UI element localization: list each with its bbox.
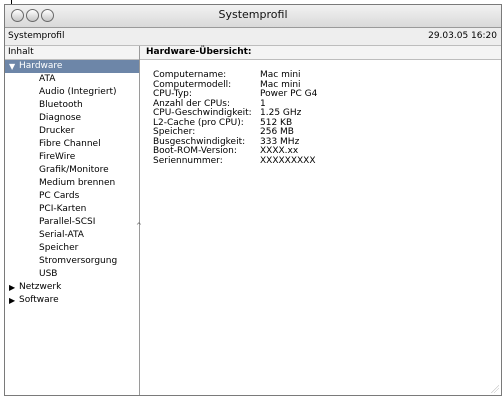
sidebar-item-label: Diagnose [39,113,82,123]
sidebar-item[interactable]: FireWire [5,151,139,164]
sidebar-item[interactable]: ▶ Software [5,294,139,307]
sidebar-item[interactable]: Diagnose [5,112,139,125]
sidebar-item[interactable]: Speicher [5,242,139,255]
sidebar-item-label: FireWire [39,152,76,162]
sidebar-item[interactable]: Grafik/Monitore [5,164,139,177]
sidebar-item-label: Drucker [39,126,75,136]
sidebar-item-label: PC Cards [39,191,80,201]
sidebar-item-label: Grafik/Monitore [39,165,109,175]
sidebar-column-header[interactable]: Inhalt [5,46,139,60]
resize-grip-icon[interactable] [490,384,499,393]
disclosure-closed-icon[interactable]: ▶ [9,281,15,294]
sidebar-tree: ▼ Hardware ATA Audio (Integriert) Bluetooth D… [5,60,139,307]
sidebar-item[interactable]: PCI-Karten [5,203,139,216]
sidebar-item-label: ATA [39,74,56,84]
sidebar-item-label: PCI-Karten [39,204,87,214]
system-profiler-window: Systemprofil Systemprofil 29.03.05 16:20… [4,4,502,396]
info-header: Systemprofil 29.03.05 16:20 [5,28,501,46]
detail-column-header: Hardware-Übersicht: [140,46,501,60]
sidebar-item[interactable]: ▶ Netzwerk [5,281,139,294]
field-value: XXXXXXXXX [260,155,316,166]
sidebar-item-label: Audio (Integriert) [39,87,117,97]
sidebar-item[interactable]: Bluetooth [5,99,139,112]
sidebar-item-label: Hardware [19,61,63,71]
sidebar-item-label: Software [19,295,59,305]
sidebar-item[interactable]: Stromversorgung [5,255,139,268]
sidebar-item-label: Serial-ATA [39,230,84,240]
sidebar-item-label: Fibre Channel [39,139,101,149]
sidebar-item[interactable]: Audio (Integriert) [5,86,139,99]
field-label: Seriennummer: [153,155,223,166]
sidebar-item[interactable]: Parallel-SCSI [5,216,139,229]
sidebar-item-label: Stromversorgung [39,256,118,266]
sidebar-item-label: Parallel-SCSI [39,217,96,227]
field-value: Power PC G4 [260,89,318,99]
sidebar-item-label: USB [39,269,58,279]
sidebar-item[interactable]: PC Cards [5,190,139,203]
window-title: Systemprofil [218,8,288,21]
disclosure-open-icon[interactable]: ▼ [9,60,15,73]
app-label: Systemprofil [8,31,65,41]
sidebar-item-label: Speicher [39,243,79,253]
content-sidebar: Inhalt ▼ Hardware ATA Audio (Integriert) Blu… [5,46,140,395]
sidebar-item[interactable]: ATA [5,73,139,86]
sidebar-item-label: Bluetooth [39,100,83,110]
hardware-summary: Computername: Mac mini Computermodell: Mac … [153,70,318,167]
summary-row: Seriennummer: XXXXXXXXX [153,155,317,167]
detail-pane: Hardware-Übersicht: Computername: Mac min… [140,46,501,395]
sidebar-item[interactable]: Fibre Channel [5,138,139,151]
sidebar-item-label: Netzwerk [19,282,62,292]
sidebar-item[interactable]: Serial-ATA [5,229,139,242]
sidebar-item[interactable]: USB [5,268,139,281]
date-label: 29.03.05 16:20 [428,31,497,41]
sidebar-item-label: Medium brennen [39,178,116,188]
title-bar[interactable]: Systemprofil [5,5,501,28]
disclosure-closed-icon[interactable]: ▶ [9,294,15,307]
sidebar-item[interactable]: Medium brennen [5,177,139,190]
sidebar-item[interactable]: ▼ Hardware [5,60,139,73]
sidebar-item[interactable]: Drucker [5,125,139,138]
